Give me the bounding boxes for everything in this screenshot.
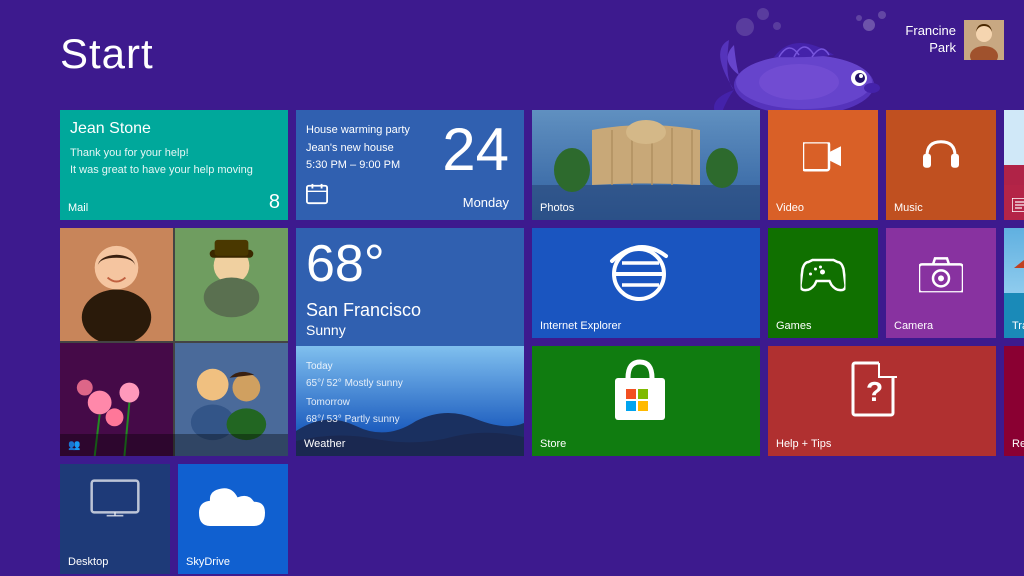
- weather-tomorrow-label: Tomorrow: [306, 397, 350, 408]
- video-label: Video: [776, 202, 804, 214]
- column-5: Polar bears enjoy fun, free their new ho…: [1004, 110, 1024, 574]
- weather-temperature: 68°: [306, 238, 385, 290]
- tiles-container: Jean Stone Thank you for your help! It w…: [60, 110, 1024, 574]
- store-label: Store: [540, 438, 566, 450]
- people-grid: [60, 228, 288, 456]
- weather-today: Today 65°/ 52° Mostly sunny: [306, 358, 403, 392]
- store-icon: [610, 356, 670, 431]
- column-3: Photos Internet Explorer: [532, 110, 760, 574]
- camera-tile[interactable]: Camera: [886, 228, 996, 338]
- mail-badge: 8: [269, 191, 280, 214]
- help-label: Help + Tips: [776, 438, 831, 450]
- store-tile[interactable]: Store: [532, 346, 760, 456]
- music-icon: [921, 136, 961, 181]
- cloud-icon: [193, 482, 271, 537]
- people-icon-symbol: 👥: [68, 440, 80, 451]
- calendar-day: Monday: [463, 195, 509, 210]
- reading-list-tile[interactable]: Reading List: [1004, 346, 1024, 456]
- music-tile[interactable]: Music: [886, 110, 996, 220]
- user-first-name: Francine: [905, 23, 956, 40]
- mail-label: Mail: [68, 202, 88, 214]
- skydrive-label: SkyDrive: [186, 556, 230, 568]
- video-icon: [803, 142, 843, 177]
- help-icon: ?: [849, 359, 904, 429]
- people-tile[interactable]: 👥: [60, 228, 288, 456]
- svg-text:?: ?: [866, 376, 883, 407]
- ie-label: Internet Explorer: [540, 320, 621, 332]
- start-title: Start: [60, 30, 154, 78]
- desktop-label: Desktop: [68, 556, 108, 568]
- reading-list-label: Reading List: [1012, 438, 1024, 450]
- people-photo-1: [60, 228, 173, 341]
- column-2: House warming party Jean's new house 5:3…: [296, 110, 524, 574]
- people-label-bar: 👥: [60, 434, 288, 456]
- weather-today-forecast: 65°/ 52° Mostly sunny: [306, 378, 403, 389]
- news-icon-area: Polar bears enjoy fun, free their new ho…: [1012, 198, 1024, 216]
- mail-sender: Jean Stone: [70, 120, 151, 138]
- weather-detail: Today 65°/ 52° Mostly sunny Tomorrow 68°…: [306, 358, 403, 428]
- people-photo-2: [175, 228, 288, 341]
- weather-tomorrow-forecast: 68°/ 53° Partly sunny: [306, 414, 400, 425]
- calendar-event: House warming party Jean's new house 5:3…: [306, 122, 410, 175]
- desktop-icon: [85, 479, 145, 529]
- mail-body: Thank you for your help! It was great to…: [70, 145, 253, 178]
- cal-event-title: House warming party: [306, 122, 410, 140]
- camera-icon: [919, 256, 963, 297]
- polar-bears-tile[interactable]: Polar bears enjoy fun, free their new ho…: [1004, 110, 1024, 220]
- calendar-tile[interactable]: House warming party Jean's new house 5:3…: [296, 110, 524, 220]
- weather-tomorrow: Tomorrow 68°/ 53° Partly sunny: [306, 394, 403, 428]
- skydrive-tile[interactable]: SkyDrive: [178, 464, 288, 574]
- games-label: Games: [776, 320, 811, 332]
- weather-today-label: Today: [306, 361, 333, 372]
- user-info[interactable]: Francine Park: [905, 20, 1004, 60]
- photos-tile[interactable]: Photos: [532, 110, 760, 220]
- polar-bears-text: Polar bears enjoy fun, free their new ho…: [1012, 203, 1024, 214]
- desktop-tile[interactable]: Desktop: [60, 464, 170, 574]
- small-tiles-row-top: Video Music: [768, 110, 996, 220]
- column-4: Video Music: [768, 110, 996, 574]
- ie-tile[interactable]: Internet Explorer: [532, 228, 760, 338]
- games-icon: [801, 257, 846, 297]
- bubble-2: [757, 8, 769, 20]
- travel-label: Travel: [1012, 320, 1024, 332]
- weather-label: Weather: [304, 438, 345, 450]
- travel-tile[interactable]: Travel: [1004, 228, 1024, 338]
- photos-label: Photos: [540, 202, 574, 214]
- cal-event-time: 5:30 PM – 9:00 PM: [306, 157, 410, 175]
- cal-event-location: Jean's new house: [306, 140, 410, 158]
- news-overlay: Polar bears enjoy fun, free their new ho…: [1004, 165, 1024, 220]
- column-1: Jean Stone Thank you for your help! It w…: [60, 110, 288, 574]
- calendar-date: 24: [442, 120, 509, 180]
- music-label: Music: [894, 202, 923, 214]
- ie-icon: [604, 241, 674, 311]
- bubble-3: [773, 22, 781, 30]
- small-tiles-row-bottom: Games Camera: [768, 228, 996, 338]
- calendar-icon-bottom: [306, 183, 328, 210]
- bottom-row-1: Desktop SkyDrive: [60, 464, 288, 574]
- user-avatar[interactable]: [964, 20, 1004, 60]
- mail-tile[interactable]: Jean Stone Thank you for your help! It w…: [60, 110, 288, 220]
- weather-condition: Sunny: [306, 322, 346, 338]
- help-tile[interactable]: ? Help + Tips: [768, 346, 996, 456]
- bubble-1: [736, 18, 754, 36]
- video-tile[interactable]: Video: [768, 110, 878, 220]
- bottom-row-2: Reading List Health & ...: [1004, 346, 1024, 456]
- mail-line1: Thank you for your help!: [70, 145, 253, 162]
- mail-line2: It was great to have your help moving: [70, 162, 253, 179]
- user-last-name: Park: [905, 40, 956, 57]
- weather-tile[interactable]: 68° San Francisco Sunny Today 65°/ 52° M…: [296, 228, 524, 456]
- camera-label: Camera: [894, 320, 933, 332]
- games-tile[interactable]: Games: [768, 228, 878, 338]
- weather-city: San Francisco: [306, 300, 421, 321]
